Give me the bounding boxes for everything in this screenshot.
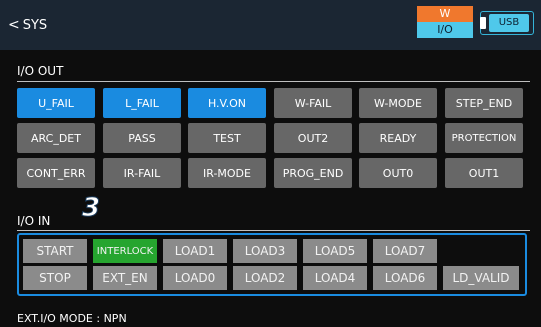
output-button-l-fail[interactable]: L_FAIL <box>103 88 181 118</box>
output-button-label: STEP_END <box>455 96 513 110</box>
output-button-label: PROG_END <box>282 166 344 180</box>
output-button-out0[interactable]: OUT0 <box>359 158 437 188</box>
input-indicator-empty <box>443 239 519 263</box>
output-button-w-mode[interactable]: W-MODE <box>359 88 437 118</box>
output-button-arc-det[interactable]: ARC_DET <box>17 123 95 153</box>
output-button-label: W-MODE <box>374 96 422 110</box>
w-io-indicator[interactable]: W I/O <box>417 6 473 38</box>
input-indicator-start: START <box>23 239 87 263</box>
input-indicator-label: LOAD2 <box>244 271 286 285</box>
output-button-label: READY <box>379 131 417 145</box>
input-indicator-label: STOP <box>39 271 71 285</box>
output-button-step-end[interactable]: STEP_END <box>445 88 523 118</box>
output-button-label: W-FAIL <box>294 96 332 110</box>
output-button-protection[interactable]: PROTECTION <box>445 123 523 153</box>
output-button-pass[interactable]: PASS <box>103 123 181 153</box>
output-button-out2[interactable]: OUT2 <box>274 123 352 153</box>
output-button-h-v-on[interactable]: H.V.ON <box>188 88 266 118</box>
input-indicator-load6: LOAD6 <box>373 266 437 290</box>
input-indicator-ld-valid: LD_VALID <box>443 266 519 290</box>
input-indicator-load4: LOAD4 <box>303 266 367 290</box>
top-bar: < SYS W I/O USB <box>0 0 541 50</box>
io-indicator: I/O <box>417 22 473 38</box>
output-button-ready[interactable]: READY <box>359 123 437 153</box>
output-button-label: U_FAIL <box>38 96 74 110</box>
w-indicator: W <box>417 6 473 22</box>
input-indicator-load3: LOAD3 <box>233 239 297 263</box>
io-mode-status: EXT.I/O MODE : NPN <box>17 312 127 325</box>
input-indicator-load2: LOAD2 <box>233 266 297 290</box>
output-button-label: TEST <box>213 131 241 145</box>
output-button-w-fail[interactable]: W-FAIL <box>274 88 352 118</box>
usb-icon <box>480 17 486 29</box>
io-out-title: I/O OUT <box>17 64 64 78</box>
input-indicator-label: LOAD4 <box>314 271 356 285</box>
input-indicator-load0: LOAD0 <box>163 266 227 290</box>
input-indicator-interlock: INTERLOCK <box>93 239 157 263</box>
back-button[interactable]: < SYS <box>8 14 47 36</box>
output-button-test[interactable]: TEST <box>188 123 266 153</box>
input-indicator-label: EXT_EN <box>102 271 148 285</box>
output-button-label: OUT0 <box>382 166 414 180</box>
output-button-label: H.V.ON <box>207 96 247 110</box>
input-indicator-label: LOAD7 <box>384 244 426 258</box>
input-indicator-ext-en: EXT_EN <box>93 266 157 290</box>
input-indicator-label: LD_VALID <box>452 271 510 285</box>
input-indicator-stop: STOP <box>23 266 87 290</box>
output-button-label: CONT_ERR <box>26 166 86 180</box>
output-button-label: PROTECTION <box>451 132 517 144</box>
input-indicator-load5: LOAD5 <box>303 239 367 263</box>
input-indicator-label: LOAD6 <box>384 271 426 285</box>
output-button-label: OUT2 <box>297 131 329 145</box>
io-in-panel: START INTERLOCK LOAD1 LOAD3 LOAD5 LOAD7 STOP EX… <box>17 233 527 296</box>
output-button-out1[interactable]: OUT1 <box>445 158 523 188</box>
input-indicator-label: INTERLOCK <box>96 245 154 257</box>
io-in-divider <box>17 230 530 231</box>
input-indicator-label: LOAD1 <box>174 244 216 258</box>
output-button-cont-err[interactable]: CONT_ERR <box>17 158 95 188</box>
output-button-label: IR-MODE <box>203 166 251 180</box>
usb-indicator[interactable]: USB <box>480 11 534 35</box>
input-indicator-label: LOAD5 <box>314 244 356 258</box>
output-button-label: L_FAIL <box>125 96 159 110</box>
input-indicator-label: LOAD0 <box>174 271 216 285</box>
input-indicator-load7: LOAD7 <box>373 239 437 263</box>
output-button-ir-fail[interactable]: IR-FAIL <box>103 158 181 188</box>
input-indicator-load1: LOAD1 <box>163 239 227 263</box>
output-button-label: PASS <box>128 131 156 145</box>
io-in-title: I/O IN <box>17 214 51 228</box>
output-button-label: IR-FAIL <box>123 166 161 180</box>
back-label: SYS <box>22 17 48 33</box>
output-button-ir-mode[interactable]: IR-MODE <box>188 158 266 188</box>
io-out-divider <box>17 81 530 82</box>
output-button-u-fail[interactable]: U_FAIL <box>17 88 95 118</box>
output-button-prog-end[interactable]: PROG_END <box>274 158 352 188</box>
output-button-label: OUT1 <box>468 166 500 180</box>
input-indicator-label: LOAD3 <box>244 244 286 258</box>
input-indicator-label: START <box>36 244 74 258</box>
callout-badge: 3 <box>81 193 101 223</box>
usb-label: USB <box>489 14 529 32</box>
output-button-label: ARC_DET <box>31 131 81 145</box>
chevron-left-icon: < <box>8 17 20 33</box>
